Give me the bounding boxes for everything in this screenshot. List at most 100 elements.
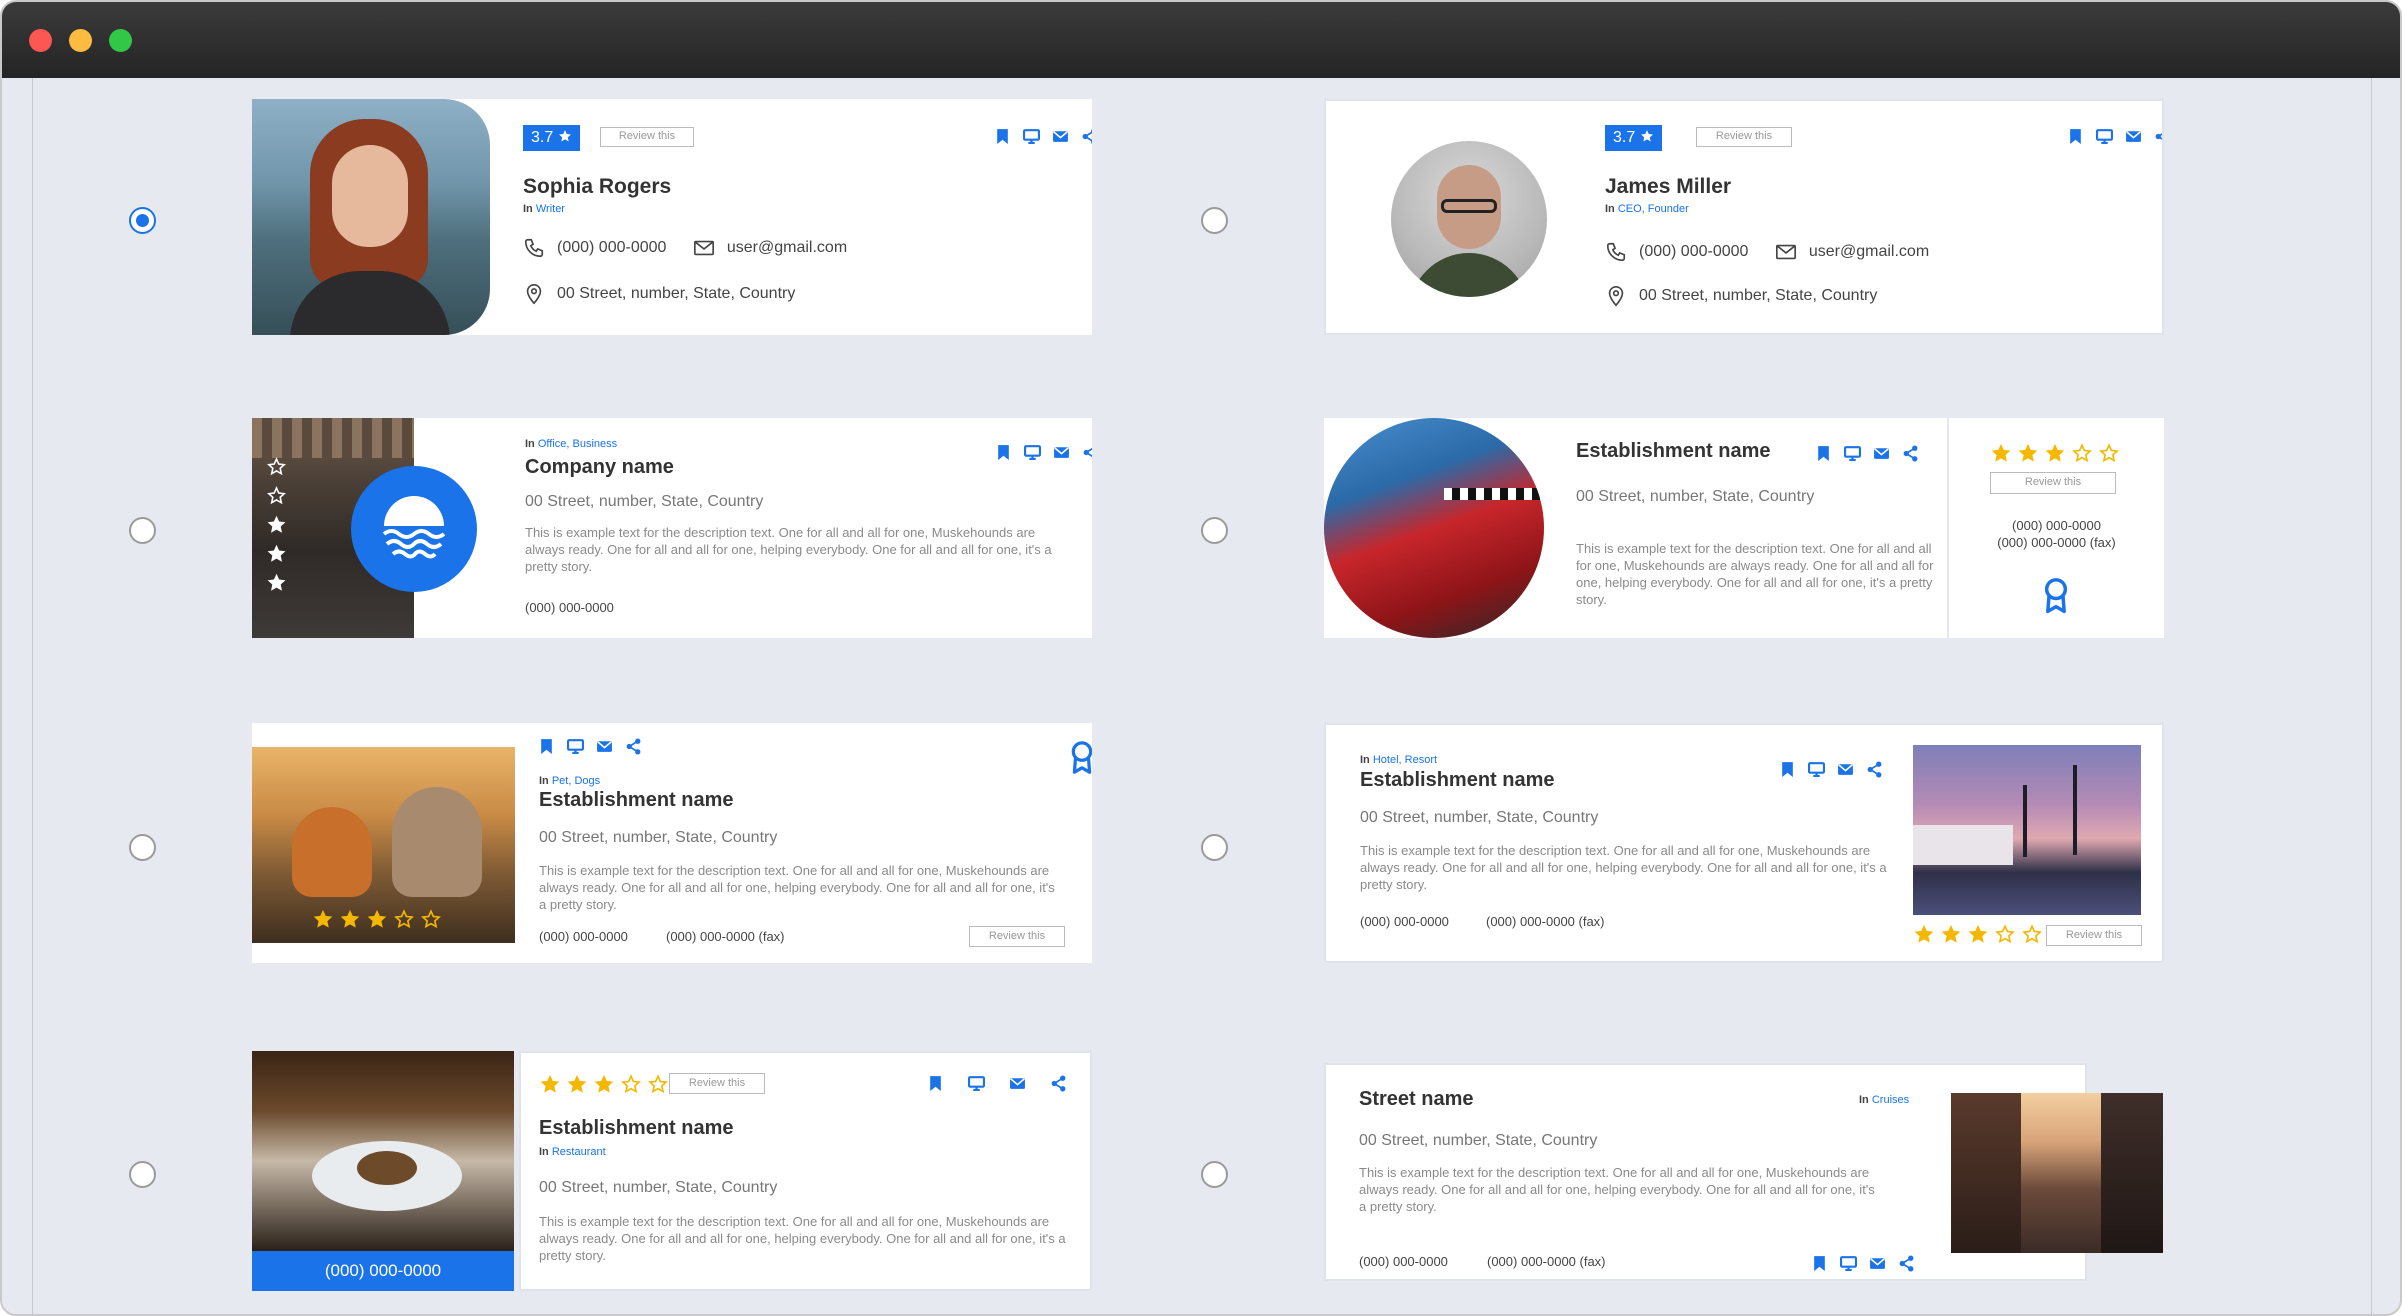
review-this-button[interactable]: Review this: [1990, 472, 2116, 494]
person-category: In CEO, Founder: [1605, 203, 1689, 215]
bookmark-icon[interactable]: [994, 128, 1011, 145]
star-icon[interactable]: [1990, 442, 2012, 464]
star-outline-icon[interactable]: [420, 908, 442, 930]
star-icon[interactable]: [593, 1073, 615, 1095]
monitor-icon[interactable]: [1808, 761, 1825, 778]
star-icon[interactable]: [539, 1073, 561, 1095]
profile-card-james[interactable]: 3.7 Review this James Miller In CEO, Fou…: [1324, 99, 2164, 335]
mail-icon[interactable]: [1053, 444, 1070, 461]
star-outline-icon: [266, 485, 287, 506]
star-icon[interactable]: [366, 908, 388, 930]
bookmark-icon[interactable]: [538, 738, 555, 755]
star-icon[interactable]: [1967, 923, 1989, 945]
category-link[interactable]: Office, Business: [538, 438, 617, 450]
option-radio-4[interactable]: [1201, 517, 1228, 544]
bookmark-icon[interactable]: [2067, 128, 2084, 145]
star-outline-icon[interactable]: [1994, 923, 2016, 945]
category-link[interactable]: Restaurant: [552, 1146, 606, 1158]
star-outline-icon[interactable]: [2071, 442, 2093, 464]
mail-icon[interactable]: [2125, 128, 2142, 145]
star-outline-icon[interactable]: [2098, 442, 2120, 464]
company-logo: [351, 466, 477, 592]
monitor-icon[interactable]: [1840, 1255, 1857, 1272]
establishment-card-resort[interactable]: In Hotel, Resort Establishment name 00 S…: [1324, 723, 2164, 963]
phone-icon: [1605, 241, 1627, 263]
star-icon[interactable]: [1940, 923, 1962, 945]
monitor-icon[interactable]: [567, 738, 584, 755]
share-icon[interactable]: [1902, 445, 1919, 462]
mail-icon[interactable]: [1837, 761, 1854, 778]
minimize-window-button[interactable]: [69, 29, 92, 52]
option-radio-6[interactable]: [1201, 834, 1228, 861]
review-this-button[interactable]: Review this: [669, 1073, 765, 1094]
card-actions: [995, 444, 1092, 461]
company-card[interactable]: In Office, Business Company name 00 Stre…: [252, 418, 1092, 638]
option-radio-3[interactable]: [129, 517, 156, 544]
star-rating: [312, 908, 442, 930]
email-address[interactable]: user@gmail.com: [727, 239, 847, 256]
phone-bar[interactable]: (000) 000-0000: [252, 1251, 514, 1291]
mail-icon[interactable]: [596, 738, 613, 755]
bookmark-icon[interactable]: [995, 444, 1012, 461]
establishment-card-diner[interactable]: Establishment name 00 Street, number, St…: [1324, 418, 2164, 638]
profile-card-sophia[interactable]: 3.7 Review this Sophia Rogers In Writer …: [252, 99, 1092, 335]
share-icon[interactable]: [1898, 1255, 1915, 1272]
portrait-shirt: [1409, 253, 1529, 297]
monitor-icon[interactable]: [968, 1075, 985, 1092]
bookmark-icon[interactable]: [1815, 445, 1832, 462]
star-rating: [539, 1073, 669, 1095]
close-window-button[interactable]: [29, 29, 52, 52]
monitor-icon[interactable]: [1024, 444, 1041, 461]
option-radio-8[interactable]: [1201, 1161, 1228, 1188]
monitor-icon[interactable]: [1023, 128, 1040, 145]
email-address[interactable]: user@gmail.com: [1809, 243, 1929, 260]
category-link[interactable]: Hotel, Resort: [1373, 754, 1437, 766]
mail-icon[interactable]: [1873, 445, 1890, 462]
establishment-card-restaurant[interactable]: (000) 000-0000 Review this Establishment…: [252, 1051, 1092, 1291]
option-radio-5[interactable]: [129, 834, 156, 861]
monitor-icon[interactable]: [2096, 128, 2113, 145]
review-this-button[interactable]: Review this: [2046, 925, 2142, 946]
monitor-icon[interactable]: [1844, 445, 1861, 462]
mail-icon[interactable]: [1052, 128, 1069, 145]
star-icon[interactable]: [1913, 923, 1935, 945]
share-icon[interactable]: [1082, 444, 1092, 461]
share-icon[interactable]: [1050, 1075, 1067, 1092]
category-link[interactable]: Pet, Dogs: [552, 775, 600, 787]
star-icon[interactable]: [312, 908, 334, 930]
option-radio-7[interactable]: [129, 1161, 156, 1188]
bookmark-icon[interactable]: [1779, 761, 1796, 778]
mail-icon[interactable]: [1009, 1075, 1026, 1092]
star-icon[interactable]: [2017, 442, 2039, 464]
review-this-button[interactable]: Review this: [600, 127, 694, 147]
star-icon[interactable]: [566, 1073, 588, 1095]
mail-icon[interactable]: [1869, 1255, 1886, 1272]
star-outline-icon[interactable]: [393, 908, 415, 930]
phone-number: (000) 000-0000: [2012, 518, 2101, 533]
star-icon[interactable]: [2044, 442, 2066, 464]
establishment-card-dogs[interactable]: In Pet, Dogs Establishment name 00 Stree…: [252, 723, 1092, 963]
share-icon[interactable]: [1866, 761, 1883, 778]
star-icon: [266, 543, 287, 564]
share-icon[interactable]: [1081, 128, 1092, 145]
card-actions: [538, 738, 642, 755]
share-icon[interactable]: [2154, 128, 2164, 145]
bookmark-icon[interactable]: [927, 1075, 944, 1092]
review-this-button[interactable]: Review this: [969, 926, 1065, 947]
star-icon[interactable]: [339, 908, 361, 930]
review-this-button[interactable]: Review this: [1696, 127, 1792, 147]
description-text: This is example text for the description…: [539, 1214, 1066, 1263]
address-row: 00 Street, number, State, Country: [523, 283, 795, 305]
star-outline-icon[interactable]: [2021, 923, 2043, 945]
star-outline-icon[interactable]: [647, 1073, 669, 1095]
category-link[interactable]: Cruises: [1872, 1094, 1909, 1106]
category-link[interactable]: CEO, Founder: [1618, 203, 1689, 215]
option-radio-1[interactable]: [129, 207, 156, 234]
browser-window: 3.7 Review this Sophia Rogers In Writer …: [0, 0, 2402, 1316]
bookmark-icon[interactable]: [1811, 1255, 1828, 1272]
share-icon[interactable]: [625, 738, 642, 755]
maximize-window-button[interactable]: [109, 29, 132, 52]
star-outline-icon[interactable]: [620, 1073, 642, 1095]
option-radio-2[interactable]: [1201, 207, 1228, 234]
category-link[interactable]: Writer: [536, 203, 565, 215]
